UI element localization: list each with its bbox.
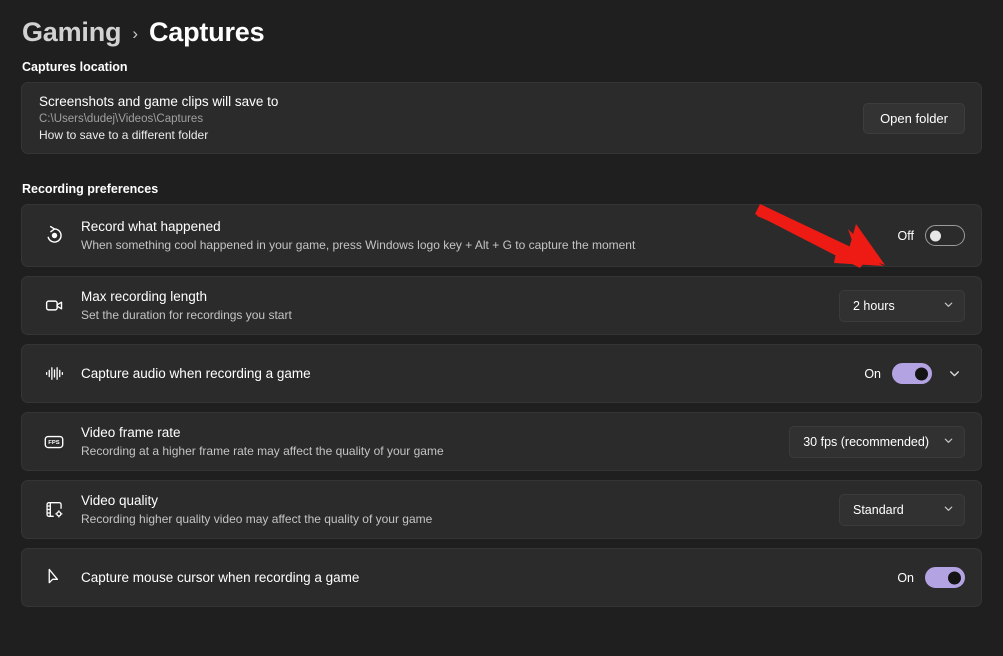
row-video-frame-rate[interactable]: FPS Video frame rate Recording at a high… [21,412,982,471]
captures-location-path: C:\Users\dudej\Videos\Captures [39,112,204,125]
audio-waveform-icon [39,359,69,389]
video-camera-icon [39,291,69,321]
settings-page: Gaming › Captures Captures location Scre… [0,0,1003,656]
how-to-save-different-folder-link[interactable]: How to save to a different folder [39,127,278,144]
row-subtitle: Recording higher quality video may affec… [81,511,433,526]
max-recording-length-dropdown[interactable]: 2 hours [839,289,965,322]
fps-badge-icon: FPS [39,427,69,457]
dropdown-value: Standard [853,502,904,517]
chevron-down-icon [943,299,954,313]
row-record-what-happened[interactable]: Record what happened When something cool… [21,204,982,267]
toggle-knob [930,230,941,241]
mouse-cursor-icon [39,563,69,593]
row-subtitle: Recording at a higher frame rate may aff… [81,443,444,458]
row-title: Capture audio when recording a game [81,365,311,381]
toggle-knob [915,367,928,380]
record-what-happened-state: Off [897,228,914,243]
video-frame-rate-dropdown[interactable]: 30 fps (recommended) [789,425,965,458]
section-label-captures-location: Captures location [22,60,128,74]
row-title: Video frame rate [81,424,181,440]
row-title: Video quality [81,492,159,508]
row-title: Capture mouse cursor when recording a ga… [81,569,360,585]
captures-location-actions: Open folder [863,102,965,134]
dropdown-value: 2 hours [853,298,895,313]
chevron-down-icon [943,435,954,449]
chevron-right-icon: › [132,24,138,43]
captures-location-info: Screenshots and game clips will save to … [39,93,849,144]
capture-audio-state: On [864,366,881,381]
capture-mouse-cursor-toggle[interactable] [925,567,965,588]
capture-audio-toggle[interactable] [892,363,932,384]
row-video-quality[interactable]: Video quality Recording higher quality v… [21,480,982,539]
row-subtitle: When something cool happened in your gam… [81,237,636,252]
row-subtitle: Set the duration for recordings you star… [81,307,292,322]
chevron-down-icon [943,503,954,517]
svg-text:FPS: FPS [48,440,59,446]
breadcrumb-parent[interactable]: Gaming [22,17,122,48]
row-capture-audio[interactable]: Capture audio when recording a game On [21,344,982,403]
row-capture-mouse-cursor[interactable]: Capture mouse cursor when recording a ga… [21,548,982,607]
row-title: Record what happened [81,218,221,234]
film-gear-icon [39,495,69,525]
record-history-icon [39,221,69,251]
captures-location-title: Screenshots and game clips will save to [39,93,279,109]
video-quality-dropdown[interactable]: Standard [839,493,965,526]
row-max-recording-length[interactable]: Max recording length Set the duration fo… [21,276,982,335]
breadcrumb: Gaming › Captures [0,0,1003,52]
toggle-knob [948,571,961,584]
page-title: Captures [148,16,265,47]
dropdown-value: 30 fps (recommended) [803,434,929,449]
open-folder-button[interactable]: Open folder [863,102,965,134]
capture-mouse-cursor-state: On [897,570,914,585]
capture-audio-expander-chevron-down-icon[interactable] [943,363,965,385]
section-label-recording-preferences: Recording preferences [22,182,159,196]
record-what-happened-toggle[interactable] [925,225,965,246]
row-title: Max recording length [81,288,208,304]
captures-location-card: Screenshots and game clips will save to … [21,82,982,154]
